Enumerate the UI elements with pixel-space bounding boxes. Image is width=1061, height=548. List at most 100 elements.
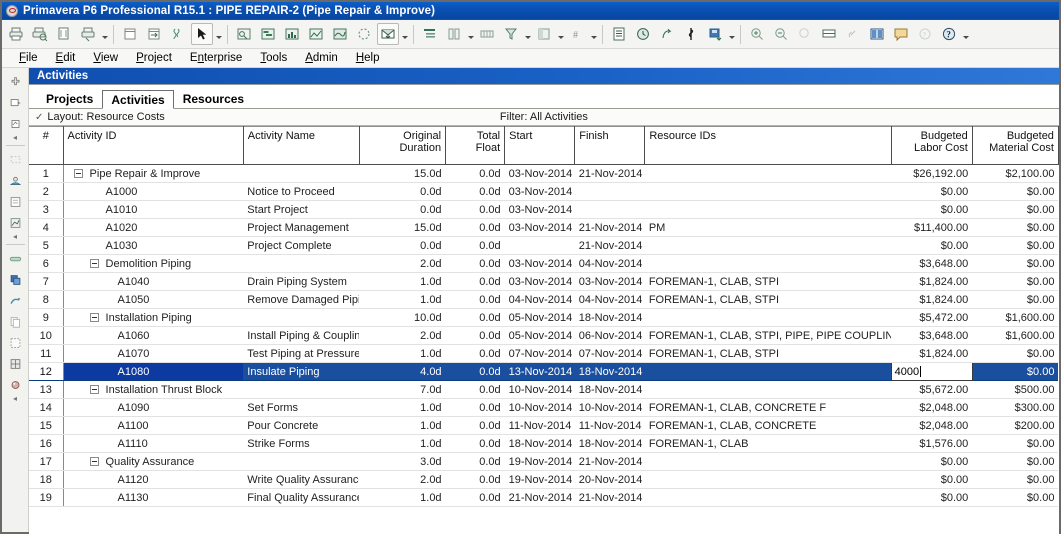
menu-view[interactable]: View	[84, 50, 127, 67]
cell-activity-name[interactable]	[243, 309, 359, 327]
print-preview-icon[interactable]	[29, 23, 51, 45]
table-row[interactable]: 18A1120Write Quality Assurance2.0d0.0d19…	[29, 471, 1058, 489]
cell-budgeted-material-cost[interactable]: $0.00	[972, 471, 1058, 489]
cell-budgeted-labor-cost[interactable]: $0.00	[891, 471, 972, 489]
view-dropdown-caret-icon[interactable]	[400, 23, 409, 45]
cell-budgeted-labor-cost[interactable]: $0.00	[891, 237, 972, 255]
cell-resource-ids[interactable]	[645, 309, 891, 327]
resource-usage-spreadsheet-icon[interactable]	[353, 23, 375, 45]
cell-resource-ids[interactable]	[645, 489, 891, 507]
cell-finish[interactable]: 10-Nov-2014	[575, 399, 645, 417]
cell-budgeted-material-cost[interactable]: $1,600.00	[972, 309, 1058, 327]
row-number[interactable]: 11	[29, 345, 63, 363]
cell-resource-ids[interactable]: FOREMAN-1, CLAB, CONCRETE	[645, 417, 891, 435]
cell-start[interactable]: 03-Nov-2014	[505, 255, 575, 273]
column-header-finish[interactable]: Finish	[575, 127, 645, 165]
columns-dropdown-caret-icon[interactable]	[466, 23, 475, 45]
activity-network-icon[interactable]	[305, 23, 327, 45]
column-header-start[interactable]: Start	[505, 127, 575, 165]
cell-finish[interactable]: 18-Nov-2014	[575, 381, 645, 399]
cell-budgeted-labor-cost[interactable]: $1,824.00	[891, 291, 972, 309]
cell-start[interactable]: 10-Nov-2014	[505, 381, 575, 399]
schedule-icon[interactable]	[632, 23, 654, 45]
rail-relationships-icon[interactable]	[5, 291, 26, 310]
bars-dropdown-caret-icon[interactable]	[556, 23, 565, 45]
cell-original-duration[interactable]: 0.0d	[359, 237, 445, 255]
zoom-to-fit-icon[interactable]	[794, 23, 816, 45]
row-number[interactable]: 2	[29, 183, 63, 201]
menu-help[interactable]: Help	[347, 50, 389, 67]
cell-budgeted-material-cost[interactable]: $500.00	[972, 381, 1058, 399]
tab-projects[interactable]: Projects	[37, 89, 102, 108]
cell-finish[interactable]: 06-Nov-2014	[575, 327, 645, 345]
cell-budgeted-labor-cost[interactable]: $0.00	[891, 453, 972, 471]
cell-total-float[interactable]: 0.0d	[446, 201, 505, 219]
cell-activity-name[interactable]: Strike Forms	[243, 435, 359, 453]
cell-total-float[interactable]: 0.0d	[446, 219, 505, 237]
cell-total-float[interactable]: 0.0d	[446, 435, 505, 453]
cell-activity-id[interactable]: A1040	[63, 273, 243, 291]
store-period-performance-icon[interactable]	[704, 23, 726, 45]
menu-admin[interactable]: Admin	[296, 50, 347, 67]
cell-start[interactable]: 19-Nov-2014	[505, 471, 575, 489]
print-icon[interactable]	[5, 23, 27, 45]
cell-start[interactable]: 21-Nov-2014	[505, 489, 575, 507]
cell-original-duration[interactable]: 15.0d	[359, 219, 445, 237]
cell-resource-ids[interactable]	[645, 237, 891, 255]
table-row[interactable]: 4A1020Project Management15.0d0.0d03-Nov-…	[29, 219, 1058, 237]
table-row[interactable]: 14A1090Set Forms1.0d0.0d10-Nov-201410-No…	[29, 399, 1058, 417]
cell-budgeted-labor-cost[interactable]: $2,048.00	[891, 399, 972, 417]
help-icon[interactable]: ?	[938, 23, 960, 45]
cell-finish[interactable]: 04-Nov-2014	[575, 291, 645, 309]
collapse-expand-icon[interactable]	[74, 169, 83, 178]
cell-start[interactable]: 03-Nov-2014	[505, 183, 575, 201]
cell-budgeted-material-cost[interactable]: $2,100.00	[972, 165, 1058, 183]
cell-total-float[interactable]: 0.0d	[446, 237, 505, 255]
collapse-expand-icon[interactable]	[90, 259, 99, 268]
cell-activity-id[interactable]: A1080	[63, 363, 243, 381]
rail-select-icon[interactable]	[5, 150, 26, 169]
cell-activity-id[interactable]: A1060	[63, 327, 243, 345]
activities-grid[interactable]: # Activity ID Activity Name Original Dur…	[29, 126, 1059, 532]
cell-total-float[interactable]: 0.0d	[446, 291, 505, 309]
rail-add-activity-icon[interactable]	[5, 72, 26, 91]
table-row[interactable]: 19A1130Final Quality Assurance1.0d0.0d21…	[29, 489, 1058, 507]
cell-activity-id[interactable]: A1120	[63, 471, 243, 489]
cell-resource-ids[interactable]	[645, 471, 891, 489]
timescale-icon[interactable]	[476, 23, 498, 45]
cell-finish[interactable]: 21-Nov-2014	[575, 165, 645, 183]
cell-original-duration[interactable]: 3.0d	[359, 453, 445, 471]
column-header-num[interactable]: #	[29, 127, 63, 165]
cell-original-duration[interactable]: 2.0d	[359, 255, 445, 273]
cell-activity-name[interactable]: Install Piping & Coupling	[243, 327, 359, 345]
cell-start[interactable]: 03-Nov-2014	[505, 219, 575, 237]
cell-original-duration[interactable]: 1.0d	[359, 417, 445, 435]
help-dropdown-caret-icon[interactable]	[961, 23, 970, 45]
rail-more-2-icon[interactable]: ◂	[13, 234, 17, 241]
cell-finish[interactable]	[575, 183, 645, 201]
row-number[interactable]: 13	[29, 381, 63, 399]
cell-start[interactable]: 10-Nov-2014	[505, 399, 575, 417]
rail-table-icon[interactable]	[5, 354, 26, 373]
column-header-activity-name[interactable]: Activity Name	[243, 127, 359, 165]
tool-dropdown-caret-icon[interactable]	[214, 23, 223, 45]
row-number[interactable]: 16	[29, 435, 63, 453]
cell-budgeted-labor-cost[interactable]: $0.00	[891, 201, 972, 219]
cell-activity-id[interactable]: A1020	[63, 219, 243, 237]
cell-budgeted-material-cost[interactable]: $0.00	[972, 183, 1058, 201]
row-number[interactable]: 10	[29, 327, 63, 345]
cell-finish[interactable]: 11-Nov-2014	[575, 417, 645, 435]
cell-total-float[interactable]: 0.0d	[446, 183, 505, 201]
apply-actuals-icon[interactable]	[680, 23, 702, 45]
cell-activity-name[interactable]	[243, 381, 359, 399]
menu-edit[interactable]: Edit	[47, 50, 85, 67]
row-number[interactable]: 8	[29, 291, 63, 309]
cell-resource-ids[interactable]	[645, 183, 891, 201]
cell-resource-ids[interactable]	[645, 381, 891, 399]
cell-resource-ids[interactable]	[645, 453, 891, 471]
collapse-expand-icon[interactable]	[90, 457, 99, 466]
cell-budgeted-labor-cost[interactable]: $2,048.00	[891, 417, 972, 435]
cell-budgeted-material-cost[interactable]: $0.00	[972, 273, 1058, 291]
row-number[interactable]: 6	[29, 255, 63, 273]
cell-start[interactable]: 03-Nov-2014	[505, 273, 575, 291]
